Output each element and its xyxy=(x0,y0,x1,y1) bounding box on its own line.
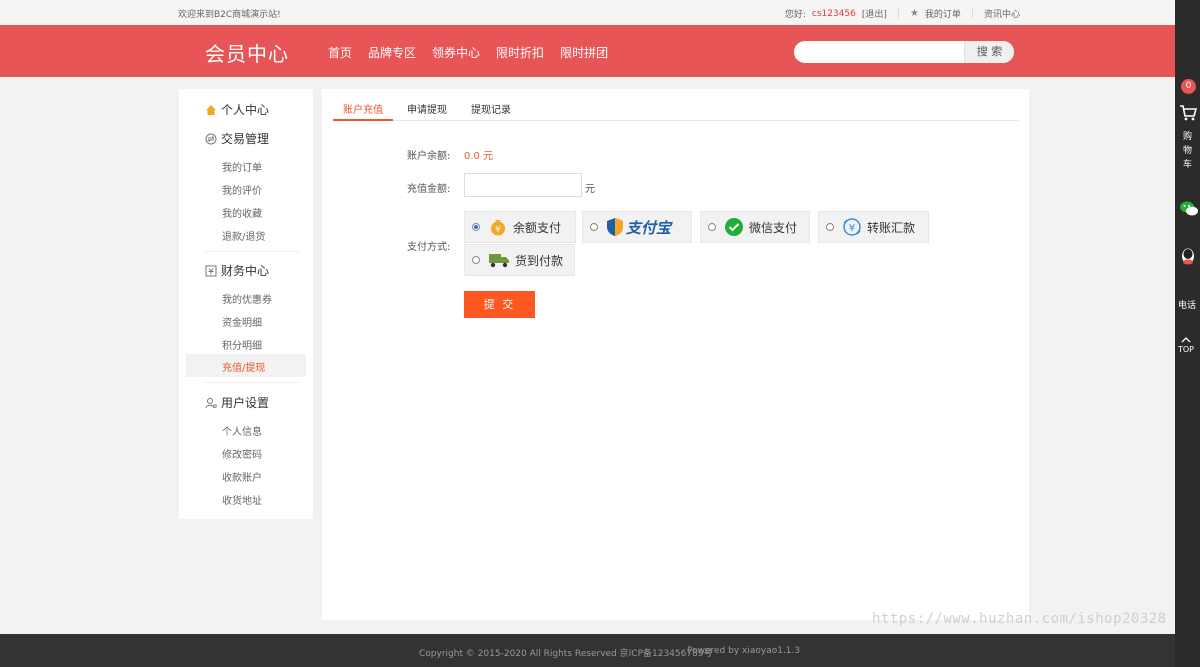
username-link[interactable]: cs123456 xyxy=(812,9,856,19)
user-icon xyxy=(205,397,217,408)
right-toolbar: 0 购物车 电话 TOP xyxy=(1175,0,1200,667)
amount-input[interactable] xyxy=(464,173,582,197)
back-to-top-button[interactable]: TOP xyxy=(1178,336,1194,354)
sidebar-item-my-orders[interactable]: 我的订单 xyxy=(222,159,262,174)
divider xyxy=(205,251,299,252)
tab-recharge[interactable]: 账户充值 xyxy=(343,101,383,116)
nav-group-buy[interactable]: 限时拼团 xyxy=(560,44,608,61)
radio-unselected[interactable] xyxy=(708,223,716,231)
amount-unit: 元 xyxy=(585,184,595,195)
balance-value: 0.0 元 xyxy=(464,151,494,162)
news-link[interactable]: 资讯中心 xyxy=(984,7,1020,20)
payment-option-wechat[interactable]: 微信支付 xyxy=(700,211,810,243)
divider xyxy=(205,382,299,383)
svg-text:¥: ¥ xyxy=(849,223,855,234)
welcome-text: 欢迎来到B2C商城演示站! xyxy=(178,10,281,20)
payment-option-cod[interactable]: 货到付款 xyxy=(464,244,575,276)
qq-icon[interactable] xyxy=(1180,247,1196,271)
sidebar-group-trade: 交易管理 xyxy=(205,130,269,147)
finance-icon xyxy=(205,265,217,276)
sidebar-group-label: 交易管理 xyxy=(221,132,270,146)
sidebar-item-my-reviews[interactable]: 我的评价 xyxy=(222,182,262,197)
payment-option-label: 货到付款 xyxy=(515,253,564,268)
tab-bar: 账户充值 申请提现 提现记录 xyxy=(333,89,1019,121)
top-bar-links: 您好: cs123456 [退出] | ★ 我的订单 | 资讯中心 xyxy=(785,7,1020,20)
footer: Copyright © 2015-2020 All Rights Reserve… xyxy=(0,634,1175,667)
sidebar-item-favorites[interactable]: 我的收藏 xyxy=(222,205,262,220)
greeting-text: 您好: xyxy=(784,10,806,20)
cart-label[interactable]: 购物车 xyxy=(1183,130,1193,172)
wechat-icon[interactable] xyxy=(1179,200,1199,222)
powered-by-text: Powered by xiaoyao1.1.3 xyxy=(687,646,801,656)
nav-coupons[interactable]: 领券中心 xyxy=(432,44,480,61)
search-button[interactable]: 搜 索 xyxy=(964,41,1014,63)
tab-withdraw-request[interactable]: 申请提现 xyxy=(407,101,447,116)
nav-brands[interactable]: 品牌专区 xyxy=(368,44,416,61)
sidebar-item-fund-details[interactable]: 资金明细 xyxy=(222,314,262,329)
active-tab-indicator xyxy=(333,119,393,121)
sidebar-item-coupons[interactable]: 我的优惠券 xyxy=(222,291,272,306)
sidebar-group-label: 个人中心 xyxy=(221,103,270,117)
header: 会员中心 首页 品牌专区 领券中心 限时折扣 限时拼团 搜 索 xyxy=(0,25,1175,77)
star-icon: ★ xyxy=(909,8,919,19)
sidebar-item-payee-accounts[interactable]: 收款账户 xyxy=(222,469,262,484)
sidebar-item-change-password[interactable]: 修改密码 xyxy=(222,446,262,461)
svg-text:¥: ¥ xyxy=(495,225,501,235)
alipay-logo xyxy=(606,217,624,237)
cart-count-badge: 0 xyxy=(1181,79,1196,94)
radio-selected[interactable] xyxy=(472,223,480,231)
sidebar-item-profile[interactable]: 个人信息 xyxy=(222,423,262,438)
exchange-icon xyxy=(205,133,217,144)
home-icon xyxy=(206,104,216,115)
radio-unselected[interactable] xyxy=(590,223,598,231)
nav-flash-sale[interactable]: 限时折扣 xyxy=(496,44,544,61)
divider: | xyxy=(896,8,900,19)
logout-link[interactable]: [退出] xyxy=(862,7,887,20)
payment-option-balance[interactable]: ¥ 余额支付 xyxy=(464,211,576,243)
page-title: 会员中心 xyxy=(205,42,289,66)
nav-home[interactable]: 首页 xyxy=(328,44,352,61)
sidebar-item-points-details[interactable]: 积分明细 xyxy=(222,337,262,352)
sidebar-item-recharge-withdraw[interactable]: 充值/提现 xyxy=(222,359,265,374)
sidebar-group-user-settings: 用户设置 xyxy=(205,394,269,411)
payment-method-label: 支付方式: xyxy=(407,242,451,253)
balance-label: 账户余额: xyxy=(407,151,451,162)
arrow-up-icon xyxy=(1181,337,1191,343)
divider: | xyxy=(970,8,974,19)
transfer-icon: ¥ xyxy=(842,217,862,237)
sidebar-group-label: 财务中心 xyxy=(221,264,270,278)
payment-option-label: 微信支付 xyxy=(749,220,798,235)
top-label: TOP xyxy=(1178,345,1195,354)
radio-unselected[interactable] xyxy=(826,223,834,231)
payment-option-label: 支付宝 xyxy=(626,218,672,237)
truck-icon xyxy=(488,251,510,269)
phone-link[interactable]: 电话 xyxy=(1178,298,1196,311)
sidebar-group-label: 用户设置 xyxy=(221,396,270,410)
money-bag-icon: ¥ xyxy=(488,217,508,237)
top-bar: 欢迎来到B2C商城演示站! 您好: cs123456 [退出] | ★ 我的订单… xyxy=(0,0,1175,25)
payment-option-label: 转账汇款 xyxy=(867,220,916,235)
sidebar-item-addresses[interactable]: 收货地址 xyxy=(222,492,262,507)
wechat-pay-icon xyxy=(724,217,744,237)
tab-withdraw-records[interactable]: 提现记录 xyxy=(471,101,511,116)
radio-unselected[interactable] xyxy=(472,256,480,264)
main-panel: 账户充值 申请提现 提现记录 账户余额: 0.0 元 充值金额: 元 支付方式:… xyxy=(322,89,1029,620)
sidebar-item-refunds[interactable]: 退款/退货 xyxy=(222,228,265,243)
my-orders-link[interactable]: 我的订单 xyxy=(925,7,961,20)
main-nav: 首页 品牌专区 领券中心 限时折扣 限时拼团 xyxy=(328,44,608,61)
amount-label: 充值金额: xyxy=(407,184,451,195)
copyright-text: Copyright © 2015-2020 All Rights Reserve… xyxy=(419,649,713,659)
cart-icon[interactable] xyxy=(1179,104,1198,126)
payment-option-transfer[interactable]: ¥ 转账汇款 xyxy=(818,211,929,243)
sidebar-personal-center[interactable]: 个人中心 xyxy=(205,101,269,118)
search-box: 搜 索 xyxy=(794,41,1014,63)
search-input[interactable] xyxy=(794,41,964,63)
payment-option-alipay[interactable]: 支付宝 xyxy=(582,211,692,243)
sidebar-group-finance: 财务中心 xyxy=(205,262,269,279)
sidebar: 个人中心 交易管理 我的订单 我的评价 我的收藏 退款/退货 财务中心 我的优惠… xyxy=(179,89,313,519)
payment-option-label: 余额支付 xyxy=(513,220,562,235)
watermark-text: https://www.huzhan.com/ishop20328 xyxy=(872,611,1167,627)
submit-button[interactable]: 提 交 xyxy=(464,291,535,318)
